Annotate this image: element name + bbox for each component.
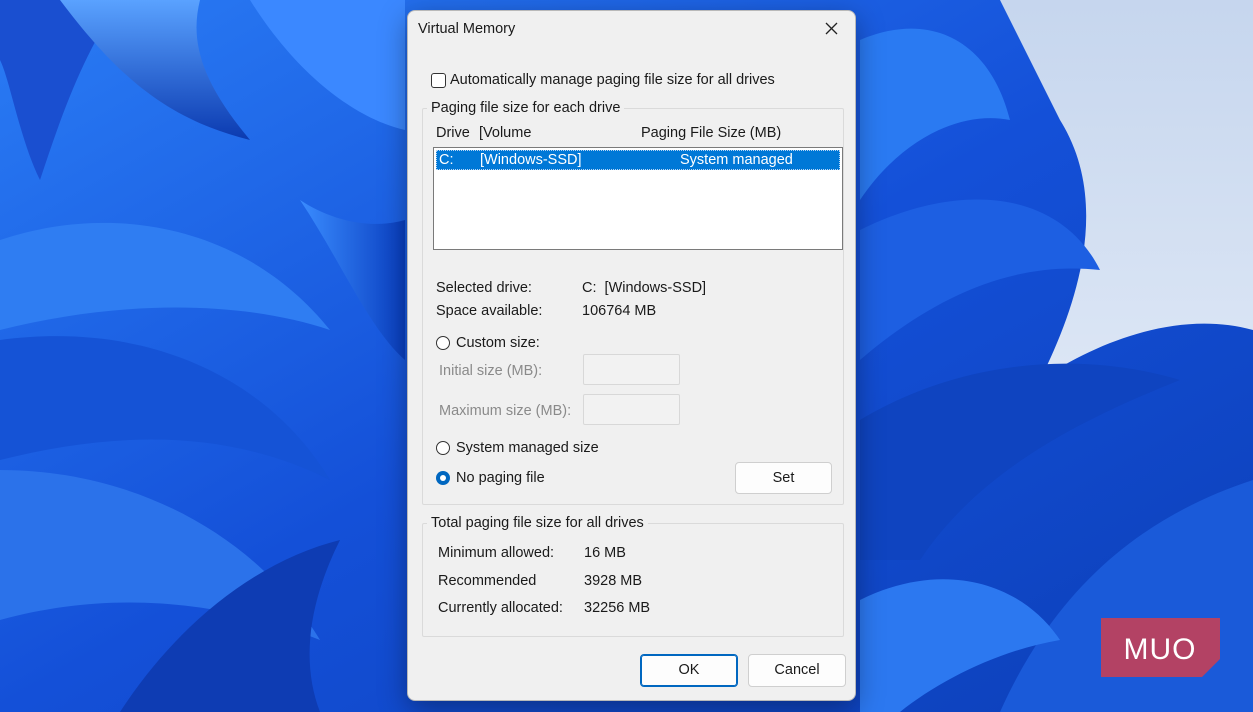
close-button[interactable] <box>809 11 855 47</box>
muo-logo: MUO <box>1101 618 1220 677</box>
virtual-memory-dialog: Virtual Memory Automatically manage pagi… <box>407 10 856 701</box>
custom-size-radio[interactable] <box>436 336 450 350</box>
column-header-drive: Drive <box>436 125 470 141</box>
minimum-allowed-label: Minimum allowed: <box>438 545 555 561</box>
size-cell: System managed <box>680 152 793 168</box>
cancel-button-label: Cancel <box>774 662 820 678</box>
cancel-button[interactable]: Cancel <box>748 654 846 687</box>
recommended-value: 3928 MB <box>584 573 643 589</box>
set-button[interactable]: Set <box>735 462 832 494</box>
dialog-titlebar[interactable]: Virtual Memory <box>408 11 855 49</box>
paging-per-drive-group-label: Paging file size for each drive <box>427 100 625 116</box>
auto-manage-label[interactable]: Automatically manage paging file size fo… <box>450 72 775 88</box>
currently-allocated-label: Currently allocated: <box>438 600 563 616</box>
column-header-volume: [Volume <box>479 125 532 141</box>
selected-drive-value: C: [Windows-SSD] <box>582 280 707 296</box>
maximum-size-input[interactable] <box>583 394 680 425</box>
maximum-size-label: Maximum size (MB): <box>439 403 572 419</box>
total-paging-group-label: Total paging file size for all drives <box>427 515 648 531</box>
no-paging-file-radio[interactable] <box>436 471 450 485</box>
minimum-allowed-value: 16 MB <box>584 545 626 561</box>
volume-cell: [Windows-SSD] <box>480 152 582 168</box>
set-button-label: Set <box>772 470 795 486</box>
space-available-value: 106764 MB <box>582 303 657 319</box>
custom-size-label[interactable]: Custom size: <box>456 335 540 351</box>
initial-size-input[interactable] <box>583 354 680 385</box>
currently-allocated-value: 32256 MB <box>584 600 651 616</box>
recommended-label: Recommended <box>438 573 537 589</box>
no-paging-file-label[interactable]: No paging file <box>456 470 545 486</box>
selected-drive-label: Selected drive: <box>436 280 532 296</box>
drive-listbox[interactable]: C: [Windows-SSD] System managed <box>433 147 843 250</box>
auto-manage-checkbox[interactable] <box>431 73 446 88</box>
space-available-label: Space available: <box>436 303 543 319</box>
close-icon <box>825 22 838 35</box>
ok-button-label: OK <box>678 662 700 678</box>
system-managed-label[interactable]: System managed size <box>456 440 599 456</box>
dialog-title: Virtual Memory <box>418 21 516 37</box>
column-header-size: Paging File Size (MB) <box>641 125 782 141</box>
drive-cell: C: <box>439 152 454 168</box>
muo-logo-text: MUO <box>1124 633 1197 666</box>
ok-button[interactable]: OK <box>640 654 738 687</box>
drive-list-row[interactable]: C: [Windows-SSD] System managed <box>436 150 840 170</box>
initial-size-label: Initial size (MB): <box>439 363 543 379</box>
system-managed-radio[interactable] <box>436 441 450 455</box>
